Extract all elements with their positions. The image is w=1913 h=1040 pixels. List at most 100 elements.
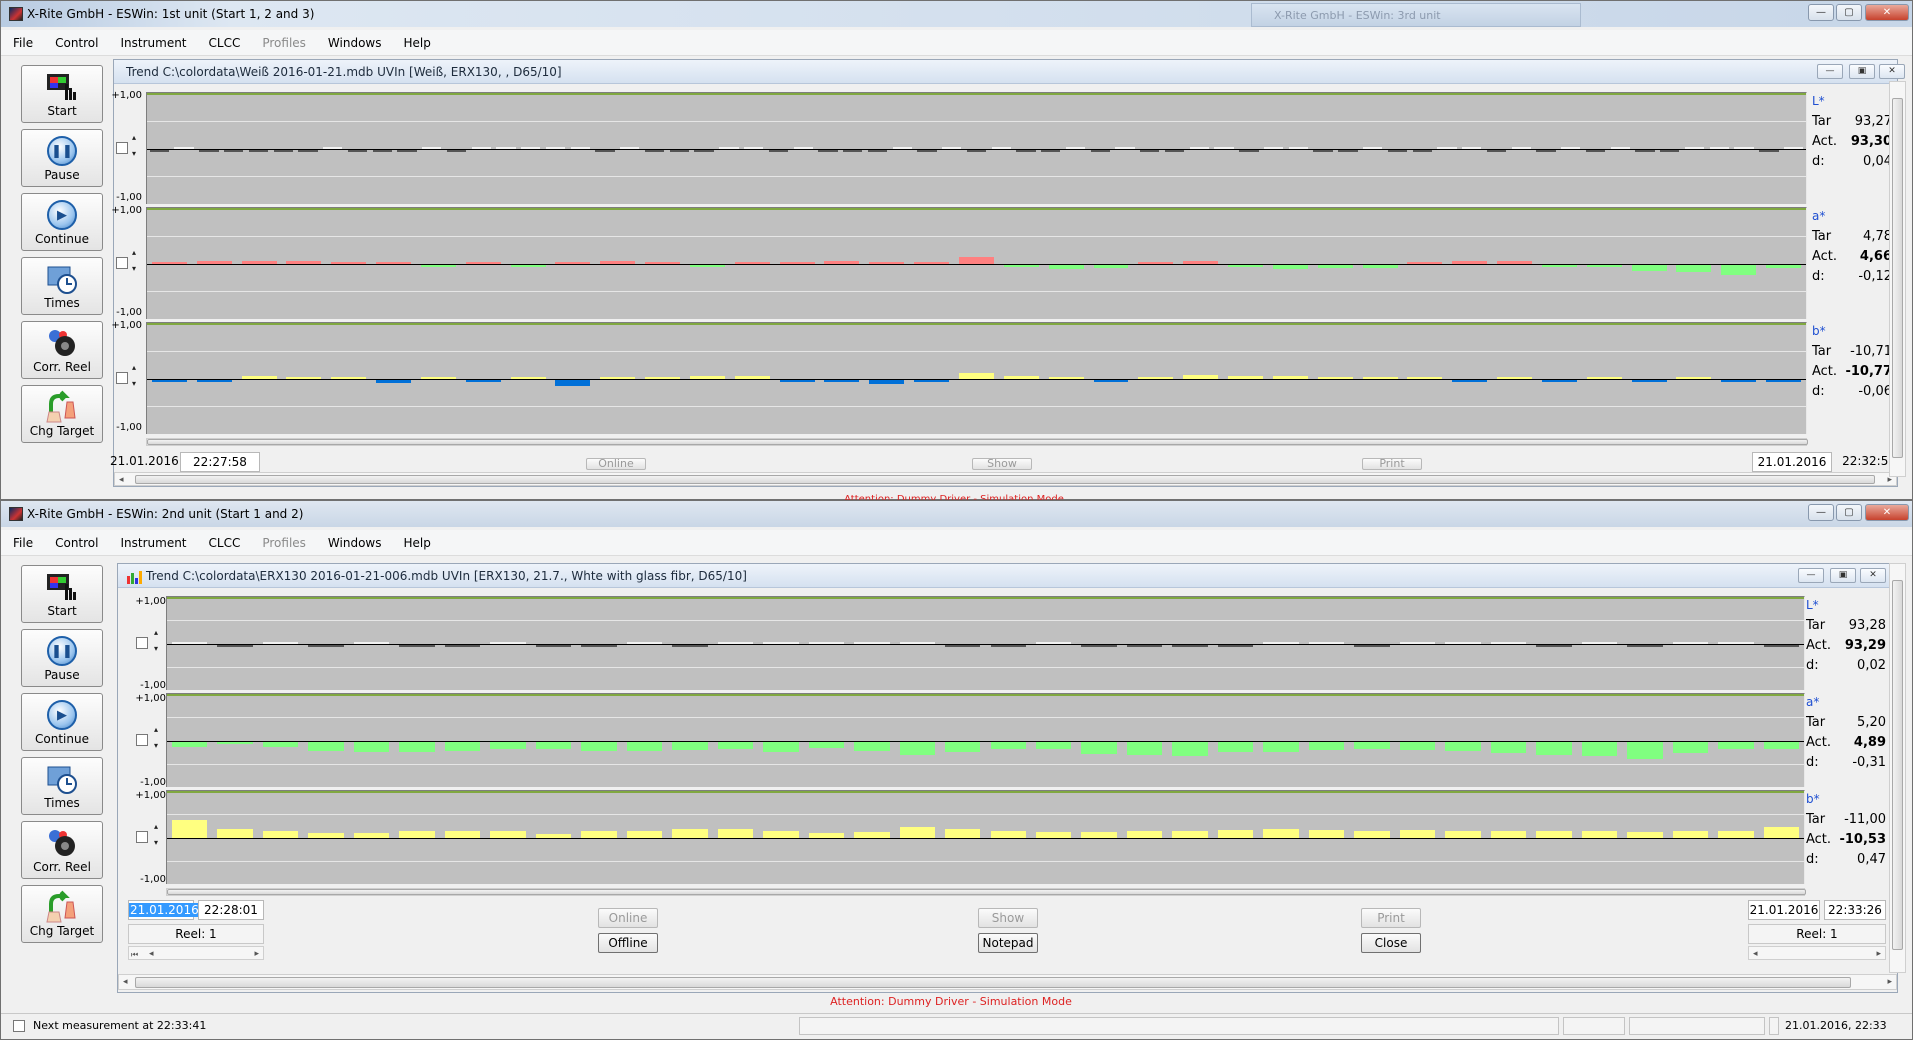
show-button[interactable]: Show [972, 458, 1032, 470]
continue-button[interactable]: ▶ Continue [21, 693, 103, 751]
minimize-button[interactable]: — [1808, 504, 1834, 521]
online-button[interactable]: Online [586, 458, 646, 470]
menu-instrument[interactable]: Instrument [108, 30, 196, 50]
vertical-scrollbar[interactable] [1889, 81, 1906, 477]
trend-title-bar[interactable]: Trend C:\colordata\ERX130 2016-01-21-006… [118, 564, 1897, 588]
scroll-left-icon[interactable]: ◂ [123, 975, 128, 990]
menu-clcc[interactable]: CLCC [197, 30, 251, 50]
menu-clcc[interactable]: CLCC [197, 530, 251, 550]
trend-minimize-button[interactable]: — [1798, 568, 1824, 583]
end-time-field[interactable]: 22:32:56 [1836, 452, 1896, 472]
show-button[interactable]: Show [978, 908, 1038, 928]
b-star-checkbox[interactable] [136, 831, 148, 843]
chart-bar [1035, 742, 1072, 749]
pause-button[interactable]: ❚❚ Pause [21, 129, 103, 187]
horizontal-scrollbar[interactable]: ◂ ▸ [114, 472, 1897, 486]
scroll-right-icon[interactable]: ▸ [1876, 947, 1881, 962]
times-button[interactable]: Times [21, 257, 103, 315]
chart-scrollbar[interactable] [146, 438, 1808, 446]
horizontal-scrollbar[interactable]: ◂ ▸ [118, 974, 1897, 990]
corr-reel-button[interactable]: Corr. Reel [21, 321, 103, 379]
online-button[interactable]: Online [598, 908, 658, 928]
l-star-spinner[interactable]: ▴ ▾ [152, 629, 160, 653]
chart-bar [490, 742, 526, 750]
chart-bar [959, 257, 994, 264]
l-star-checkbox[interactable] [116, 142, 128, 154]
chart-scrollbar[interactable] [166, 888, 1806, 896]
close-button[interactable]: ✕ [1865, 4, 1909, 21]
menu-help[interactable]: Help [392, 30, 441, 50]
trend-title-bar[interactable]: Trend C:\colordata\Weiß 2016-01-21.mdb U… [114, 60, 1905, 84]
start-time-field[interactable]: 22:28:01 [198, 900, 264, 920]
a-star-spinner[interactable]: ▴ ▾ [130, 249, 138, 273]
chart-bar [645, 261, 681, 264]
start-button[interactable]: Start [21, 565, 103, 623]
close-trend-button[interactable]: Close [1361, 933, 1421, 953]
end-time-field[interactable]: 22:33:26 [1824, 900, 1886, 920]
chart-bar [286, 376, 322, 379]
pause-button[interactable]: ❚❚ Pause [21, 629, 103, 687]
chart-bar [465, 262, 501, 264]
a-star-checkbox[interactable] [136, 734, 148, 746]
scroll-left-icon[interactable]: ◂ [1753, 947, 1758, 962]
trend-restore-button[interactable]: ▣ [1830, 568, 1856, 583]
scroll-left-icon[interactable]: ◂ [119, 473, 124, 488]
chart-bar [672, 742, 708, 751]
close-button[interactable]: ✕ [1865, 504, 1909, 521]
start-button[interactable]: Start [21, 65, 103, 123]
a-star-checkbox[interactable] [116, 257, 128, 269]
continue-button[interactable]: ▶ Continue [21, 193, 103, 251]
scroll-right-icon[interactable]: ▸ [254, 947, 259, 962]
menu-file[interactable]: File [1, 530, 43, 550]
reel-right-scrollbar[interactable]: ◂ ▸ [1748, 946, 1886, 960]
start-date-field[interactable]: 21.01.2016 [128, 900, 200, 920]
reel-left-scrollbar[interactable]: ⏮ ◂ ▸ [128, 946, 264, 960]
b-star-spinner[interactable]: ▴ ▾ [152, 823, 160, 847]
progress-cell [1629, 1017, 1765, 1035]
notepad-button[interactable]: Notepad [978, 933, 1038, 953]
print-button[interactable]: Print [1362, 458, 1422, 470]
print-button[interactable]: Print [1361, 908, 1421, 928]
scroll-right-icon[interactable]: ▸ [1887, 975, 1892, 990]
chg-target-button[interactable]: Chg Target [21, 385, 103, 443]
menu-profiles[interactable]: Profiles [250, 30, 316, 50]
l-star-spinner[interactable]: ▴ ▾ [130, 134, 138, 158]
l-star-checkbox[interactable] [136, 637, 148, 649]
start-date-field[interactable]: 21.01.2016 [110, 452, 179, 472]
menu-control[interactable]: Control [43, 30, 108, 50]
trend-minimize-button[interactable]: — [1817, 64, 1843, 79]
menu-profiles[interactable]: Profiles [250, 530, 316, 550]
menu-file[interactable]: File [1, 30, 43, 50]
end-date-field[interactable]: 21.01.2016 [1752, 452, 1832, 472]
chg-target-button[interactable]: Chg Target [21, 885, 103, 943]
menu-control[interactable]: Control [43, 530, 108, 550]
title-bar[interactable]: X-Rite GmbH - ESWin: 1st unit (Start 1, … [1, 1, 1912, 27]
chart-bar [199, 150, 219, 152]
a-star-spinner[interactable]: ▴ ▾ [152, 726, 160, 750]
maximize-button[interactable]: ▢ [1836, 504, 1862, 521]
start-time-field[interactable]: 22:27:58 [180, 452, 260, 472]
title-bar[interactable]: X-Rite GmbH - ESWin: 2nd unit (Start 1 a… [1, 501, 1912, 527]
trend-restore-button[interactable]: ▣ [1849, 64, 1875, 79]
times-button[interactable]: Times [21, 757, 103, 815]
maximize-button[interactable]: ▢ [1836, 4, 1862, 21]
chart-bar [689, 375, 725, 379]
chart-bar [1541, 265, 1577, 268]
reel-icon [45, 826, 79, 860]
corr-reel-button[interactable]: Corr. Reel [21, 821, 103, 879]
menu-windows[interactable]: Windows [316, 530, 392, 550]
b-star-spinner[interactable]: ▴ ▾ [130, 364, 138, 388]
status-checkbox[interactable] [13, 1020, 25, 1032]
scroll-left-icon[interactable]: ◂ [149, 947, 154, 962]
offline-button[interactable]: Offline [598, 933, 658, 953]
menu-instrument[interactable]: Instrument [108, 530, 196, 550]
end-date-field[interactable]: 21.01.2016 [1748, 900, 1820, 920]
trend-close-button[interactable]: ✕ [1860, 568, 1886, 583]
vertical-scrollbar[interactable] [1889, 563, 1906, 973]
menu-help[interactable]: Help [392, 530, 441, 550]
menu-windows[interactable]: Windows [316, 30, 392, 50]
trend-close-button[interactable]: ✕ [1879, 64, 1905, 79]
first-icon[interactable]: ⏮ [131, 947, 138, 962]
minimize-button[interactable]: — [1808, 4, 1834, 21]
b-star-checkbox[interactable] [116, 372, 128, 384]
